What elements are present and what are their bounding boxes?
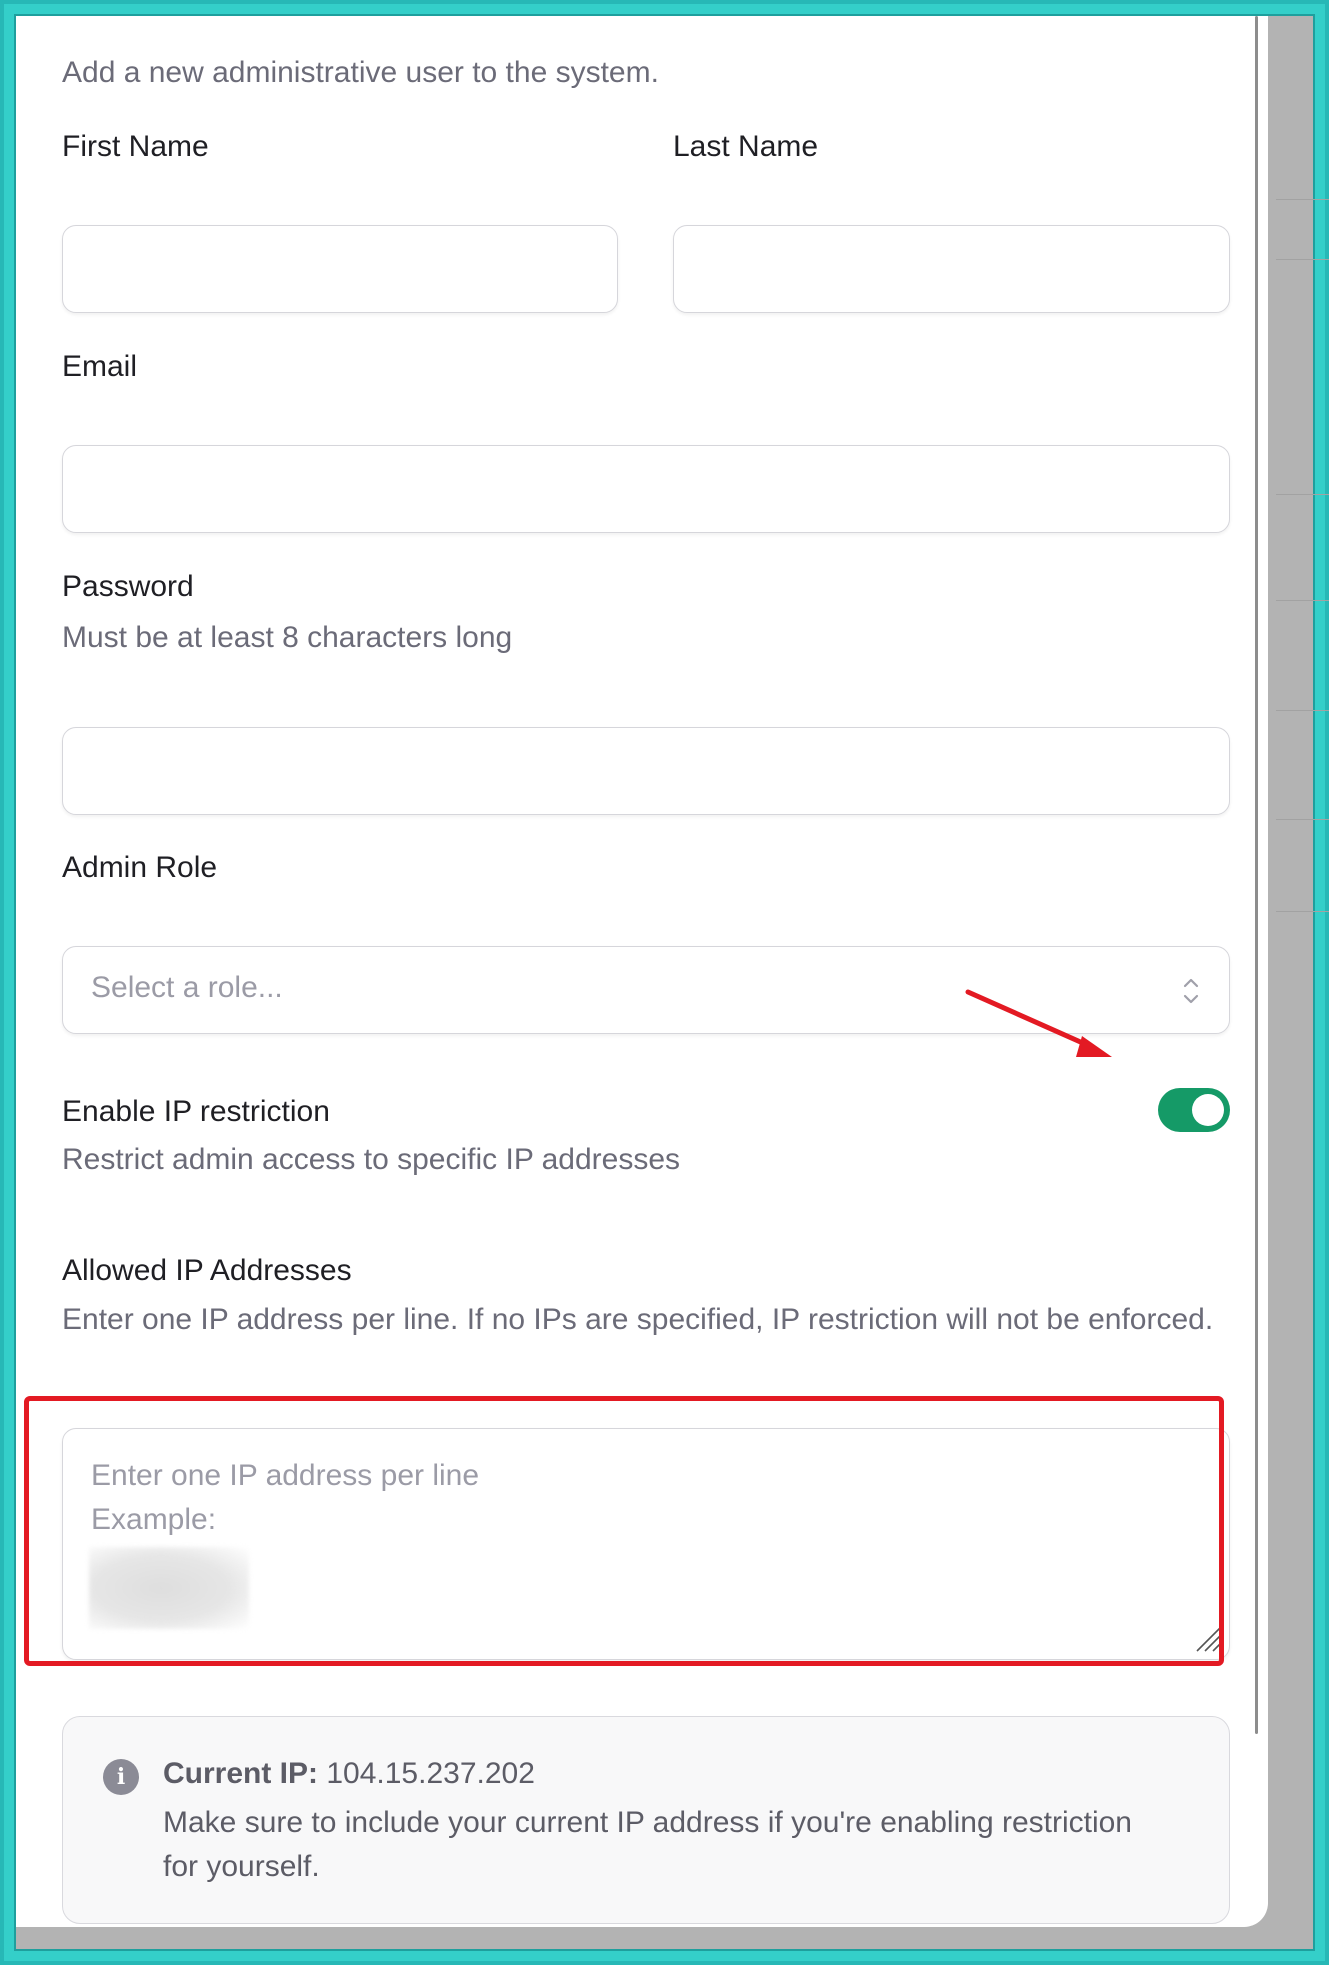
backdrop-divider: [1276, 819, 1329, 820]
last-name-label: Last Name: [673, 130, 819, 163]
backdrop-divider: [1276, 710, 1329, 711]
modal-subtitle: Add a new administrative user to the sys…: [62, 56, 659, 89]
backdrop-divider: [1276, 259, 1329, 260]
ip-restriction-label: Enable IP restriction: [62, 1095, 330, 1128]
admin-role-select[interactable]: Select a role...: [62, 946, 1230, 1034]
admin-role-placeholder: Select a role...: [91, 971, 283, 1004]
current-ip-line: Current IP: 104.15.237.202: [163, 1757, 535, 1791]
backdrop-divider: [1276, 600, 1329, 601]
current-ip-note: Make sure to include your current IP add…: [163, 1806, 1132, 1883]
email-label: Email: [62, 350, 138, 383]
backdrop-divider: [1276, 494, 1329, 495]
first-name-label: First Name: [62, 130, 209, 163]
password-input[interactable]: [62, 727, 1230, 815]
email-input[interactable]: [62, 445, 1230, 533]
last-name-input[interactable]: [673, 225, 1230, 313]
first-name-input[interactable]: [62, 225, 618, 313]
password-label: Password: [62, 570, 194, 603]
allowed-ips-label: Allowed IP Addresses: [62, 1254, 352, 1287]
chevron-up-down-icon: [1183, 978, 1199, 1004]
password-help-text: Must be at least 8 characters long: [62, 621, 513, 654]
info-circle-icon: i: [103, 1759, 139, 1795]
ip-restriction-help-text: Restrict admin access to specific IP add…: [62, 1143, 681, 1176]
ip-restriction-toggle[interactable]: [1158, 1088, 1230, 1132]
backdrop-divider: [1276, 199, 1329, 200]
current-ip-info-box: i Current IP: 104.15.237.202 Make sure t…: [62, 1716, 1230, 1924]
current-ip-value: 104.15.237.202: [326, 1757, 535, 1790]
backdrop-divider: [1276, 911, 1329, 912]
modal-scrollbar[interactable]: [1255, 16, 1258, 1734]
toggle-knob: [1192, 1094, 1224, 1126]
current-ip-title: Current IP:: [163, 1757, 319, 1790]
allowed-ips-help-text: Enter one IP address per line. If no IPs…: [62, 1303, 1214, 1336]
admin-role-label: Admin Role: [62, 851, 218, 884]
annotation-highlight-box: [24, 1396, 1224, 1666]
